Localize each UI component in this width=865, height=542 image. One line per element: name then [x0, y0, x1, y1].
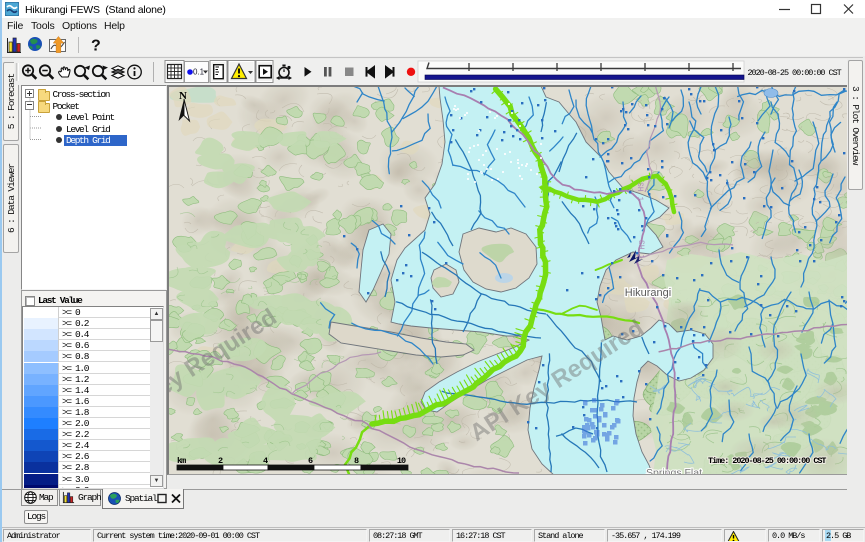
- svg-text:Time: 2020-08-25 00:00:00 CST: Time: 2020-08-25 00:00:00 CST: [708, 456, 826, 466]
- svg-text:SH 1: SH 1: [636, 240, 645, 259]
- svg-text:N: N: [179, 90, 187, 102]
- svg-text:10: 10: [397, 456, 406, 466]
- svg-text:0.1: 0.1: [193, 68, 205, 77]
- svg-text:SH 1: SH 1: [635, 182, 644, 201]
- svg-text:Hikurangi: Hikurangi: [625, 287, 671, 299]
- svg-text:km: km: [177, 456, 186, 466]
- svg-text:2020-08-25 00:00:00 CST: 2020-08-25 00:00:00 CST: [748, 68, 842, 78]
- svg-text:?: ?: [91, 38, 101, 55]
- svg-text:Springs Flat: Springs Flat: [646, 467, 702, 475]
